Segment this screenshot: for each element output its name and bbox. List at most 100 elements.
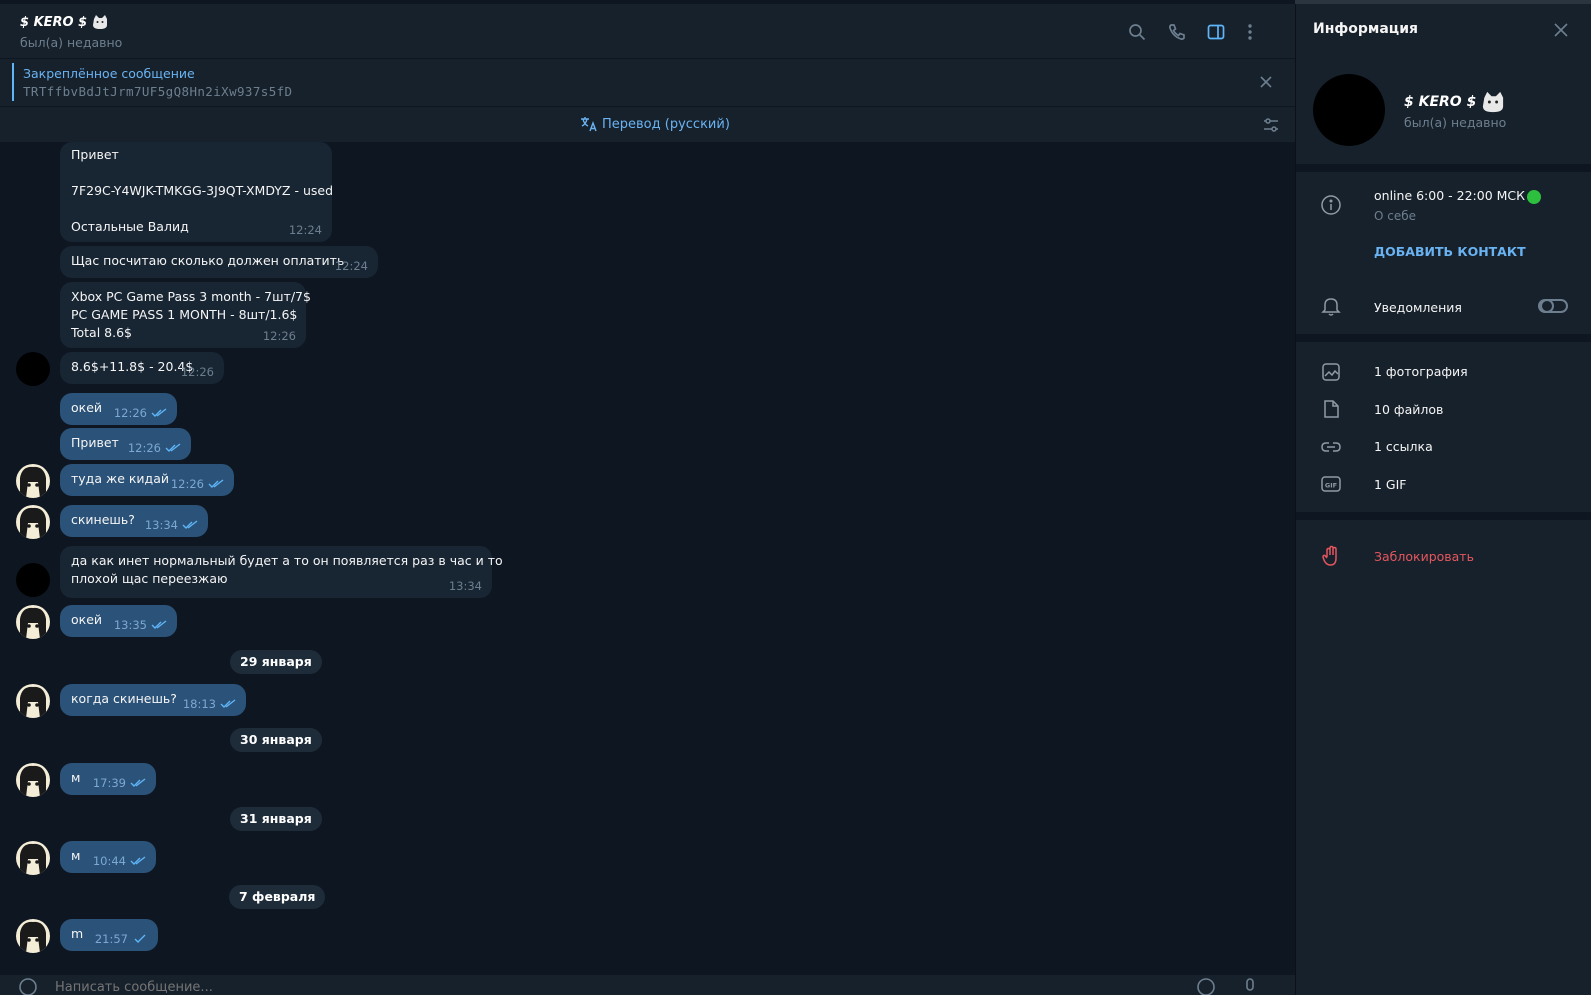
message-text: 7F29C-Y4WJK-TMKGG-3J9QT-XMDYZ - used [71, 183, 333, 198]
search-icon[interactable] [1127, 22, 1147, 42]
composer [0, 974, 1295, 995]
date-separator: 30 января [230, 728, 322, 752]
emoji-icon[interactable] [1196, 977, 1216, 995]
close-icon[interactable] [1258, 74, 1274, 90]
bio-text: online 6:00 - 22:00 МСК [1374, 188, 1542, 204]
telegram-window: $ KERO $ был(а) недавно Закреплённое соо… [0, 0, 1591, 995]
avatar[interactable] [16, 919, 50, 953]
pinned-text: TRTffbvBdJtJrm7UF5gQ8Hn2iXw937s5fD [23, 84, 293, 99]
chat-area: $ KERO $ был(а) недавно Закреплённое соо… [0, 0, 1295, 995]
message-bubble[interactable]: м 10:44 [60, 841, 156, 873]
info-panel: Информация $ KERO $ был(а) недавно onlin… [1295, 4, 1591, 995]
anime-avatar-icon [20, 921, 46, 953]
time-text: 12:26 [170, 477, 204, 491]
avatar[interactable] [16, 563, 50, 597]
message-text: Остальные Валид [71, 219, 189, 234]
anime-avatar-icon [20, 843, 46, 875]
translate-icon [581, 117, 597, 132]
message-bubble[interactable]: окей 12:26 [60, 393, 177, 425]
message-text: Привет [71, 147, 119, 162]
add-contact-button[interactable]: ДОБАВИТЬ КОНТАКТ [1374, 244, 1526, 259]
single-check-icon [134, 934, 146, 943]
shared-photos[interactable]: 1 фотография [1374, 364, 1468, 379]
avatar[interactable] [16, 505, 50, 539]
double-check-icon [220, 699, 236, 708]
translate-label: Перевод (русский) [602, 116, 730, 132]
gif-icon: GIF [1321, 476, 1341, 492]
message-list[interactable]: Привет 7F29C-Y4WJK-TMKGG-3J9QT-XMDYZ - u… [0, 142, 1295, 974]
time-text: 13:34 [448, 579, 482, 593]
cat-emoji-icon [93, 15, 108, 29]
pinned-title: Закреплённое сообщение [23, 66, 195, 81]
message-time: 17:39 [93, 774, 146, 792]
avatar[interactable] [16, 841, 50, 875]
time-text: 21:57 [94, 932, 128, 946]
notifications-toggle[interactable] [1538, 299, 1568, 313]
chat-status: был(а) недавно [20, 35, 123, 50]
message-input[interactable] [55, 978, 455, 995]
photo-icon [1322, 363, 1340, 381]
pinned-message[interactable]: Закреплённое сообщение TRTffbvBdJtJrm7UF… [0, 58, 1295, 106]
message-text: да как инет нормальный будет а то он поя… [71, 553, 503, 568]
avatar[interactable] [16, 464, 50, 498]
message-bubble[interactable]: когда скинешь? 18:13 [60, 684, 246, 716]
message-bubble[interactable]: да как инет нормальный будет а то он поя… [60, 546, 503, 598]
settings-icon[interactable] [1262, 116, 1280, 134]
avatar[interactable] [16, 684, 50, 718]
double-check-icon [151, 408, 167, 417]
message-text: Xbox PC Game Pass 3 month - 7шт/7$ [71, 289, 311, 304]
message-bubble[interactable]: Xbox PC Game Pass 3 month - 7шт/7$ PC GA… [60, 282, 311, 348]
block-button[interactable]: Заблокировать [1374, 549, 1474, 564]
phone-icon[interactable] [1167, 22, 1187, 42]
message-time: 12:24 [289, 221, 322, 239]
translate-bar: Перевод (русский) [0, 106, 1295, 142]
message-bubble[interactable]: Привет 7F29C-Y4WJK-TMKGG-3J9QT-XMDYZ - u… [60, 142, 333, 242]
bio-label: О себе [1374, 209, 1417, 223]
message-bubble[interactable]: m 21:57 [60, 919, 158, 951]
chat-header[interactable]: $ KERO $ был(а) недавно [0, 4, 1295, 58]
double-check-icon [208, 479, 224, 488]
time-text: 18:13 [182, 697, 216, 711]
toggle-knob [1540, 299, 1554, 313]
attach-icon[interactable] [18, 977, 38, 995]
profile-status: был(а) недавно [1404, 115, 1507, 130]
divider [1296, 164, 1591, 172]
shared-files[interactable]: 10 файлов [1374, 402, 1443, 417]
avatar[interactable] [16, 763, 50, 797]
double-check-icon [165, 443, 181, 452]
message-time: 10:44 [93, 852, 146, 870]
message-time: 12:24 [335, 257, 368, 275]
profile-name-text: $ KERO $ [1404, 94, 1477, 110]
time-text: 10:44 [92, 854, 126, 868]
mic-icon[interactable] [1240, 977, 1260, 995]
date-separator: 29 января [230, 650, 322, 674]
message-bubble[interactable]: скинешь? 13:34 [60, 505, 208, 537]
chat-title-text: $ KERO $ [20, 14, 88, 30]
double-check-icon [130, 856, 146, 865]
profile-avatar[interactable] [1313, 74, 1385, 146]
avatar[interactable] [16, 352, 50, 386]
time-text: 12:24 [334, 259, 368, 273]
message-time: 13:34 [145, 516, 198, 534]
more-icon[interactable] [1240, 22, 1260, 42]
info-title: Информация [1313, 21, 1418, 37]
anime-avatar-icon [20, 686, 46, 718]
close-icon[interactable] [1553, 22, 1569, 38]
message-bubble[interactable]: туда же кидай 12:26 [60, 464, 234, 496]
double-check-icon [130, 778, 146, 787]
message-text: PC GAME PASS 1 MONTH - 8шт/1.6$ [71, 307, 298, 322]
pinned-accent-bar [12, 63, 14, 101]
message-bubble[interactable]: Щас посчитаю сколько должен оплатить 12:… [60, 246, 378, 278]
shared-links[interactable]: 1 ссылка [1374, 439, 1433, 454]
sidebar-toggle-icon[interactable] [1206, 22, 1226, 42]
avatar[interactable] [16, 605, 50, 639]
message-time: 13:35 [114, 616, 167, 634]
time-text: 12:26 [262, 329, 296, 343]
translate-button[interactable]: Перевод (русский) [580, 116, 730, 132]
message-bubble[interactable]: окей 13:35 [60, 605, 177, 637]
message-bubble[interactable]: м 17:39 [60, 763, 156, 795]
message-bubble[interactable]: 8.6$+11.8$ - 20.4$ 12:26 [60, 352, 224, 384]
chat-title[interactable]: $ KERO $ [20, 14, 109, 30]
shared-gifs[interactable]: 1 GIF [1374, 477, 1407, 492]
message-bubble[interactable]: Привет 12:26 [60, 428, 191, 460]
